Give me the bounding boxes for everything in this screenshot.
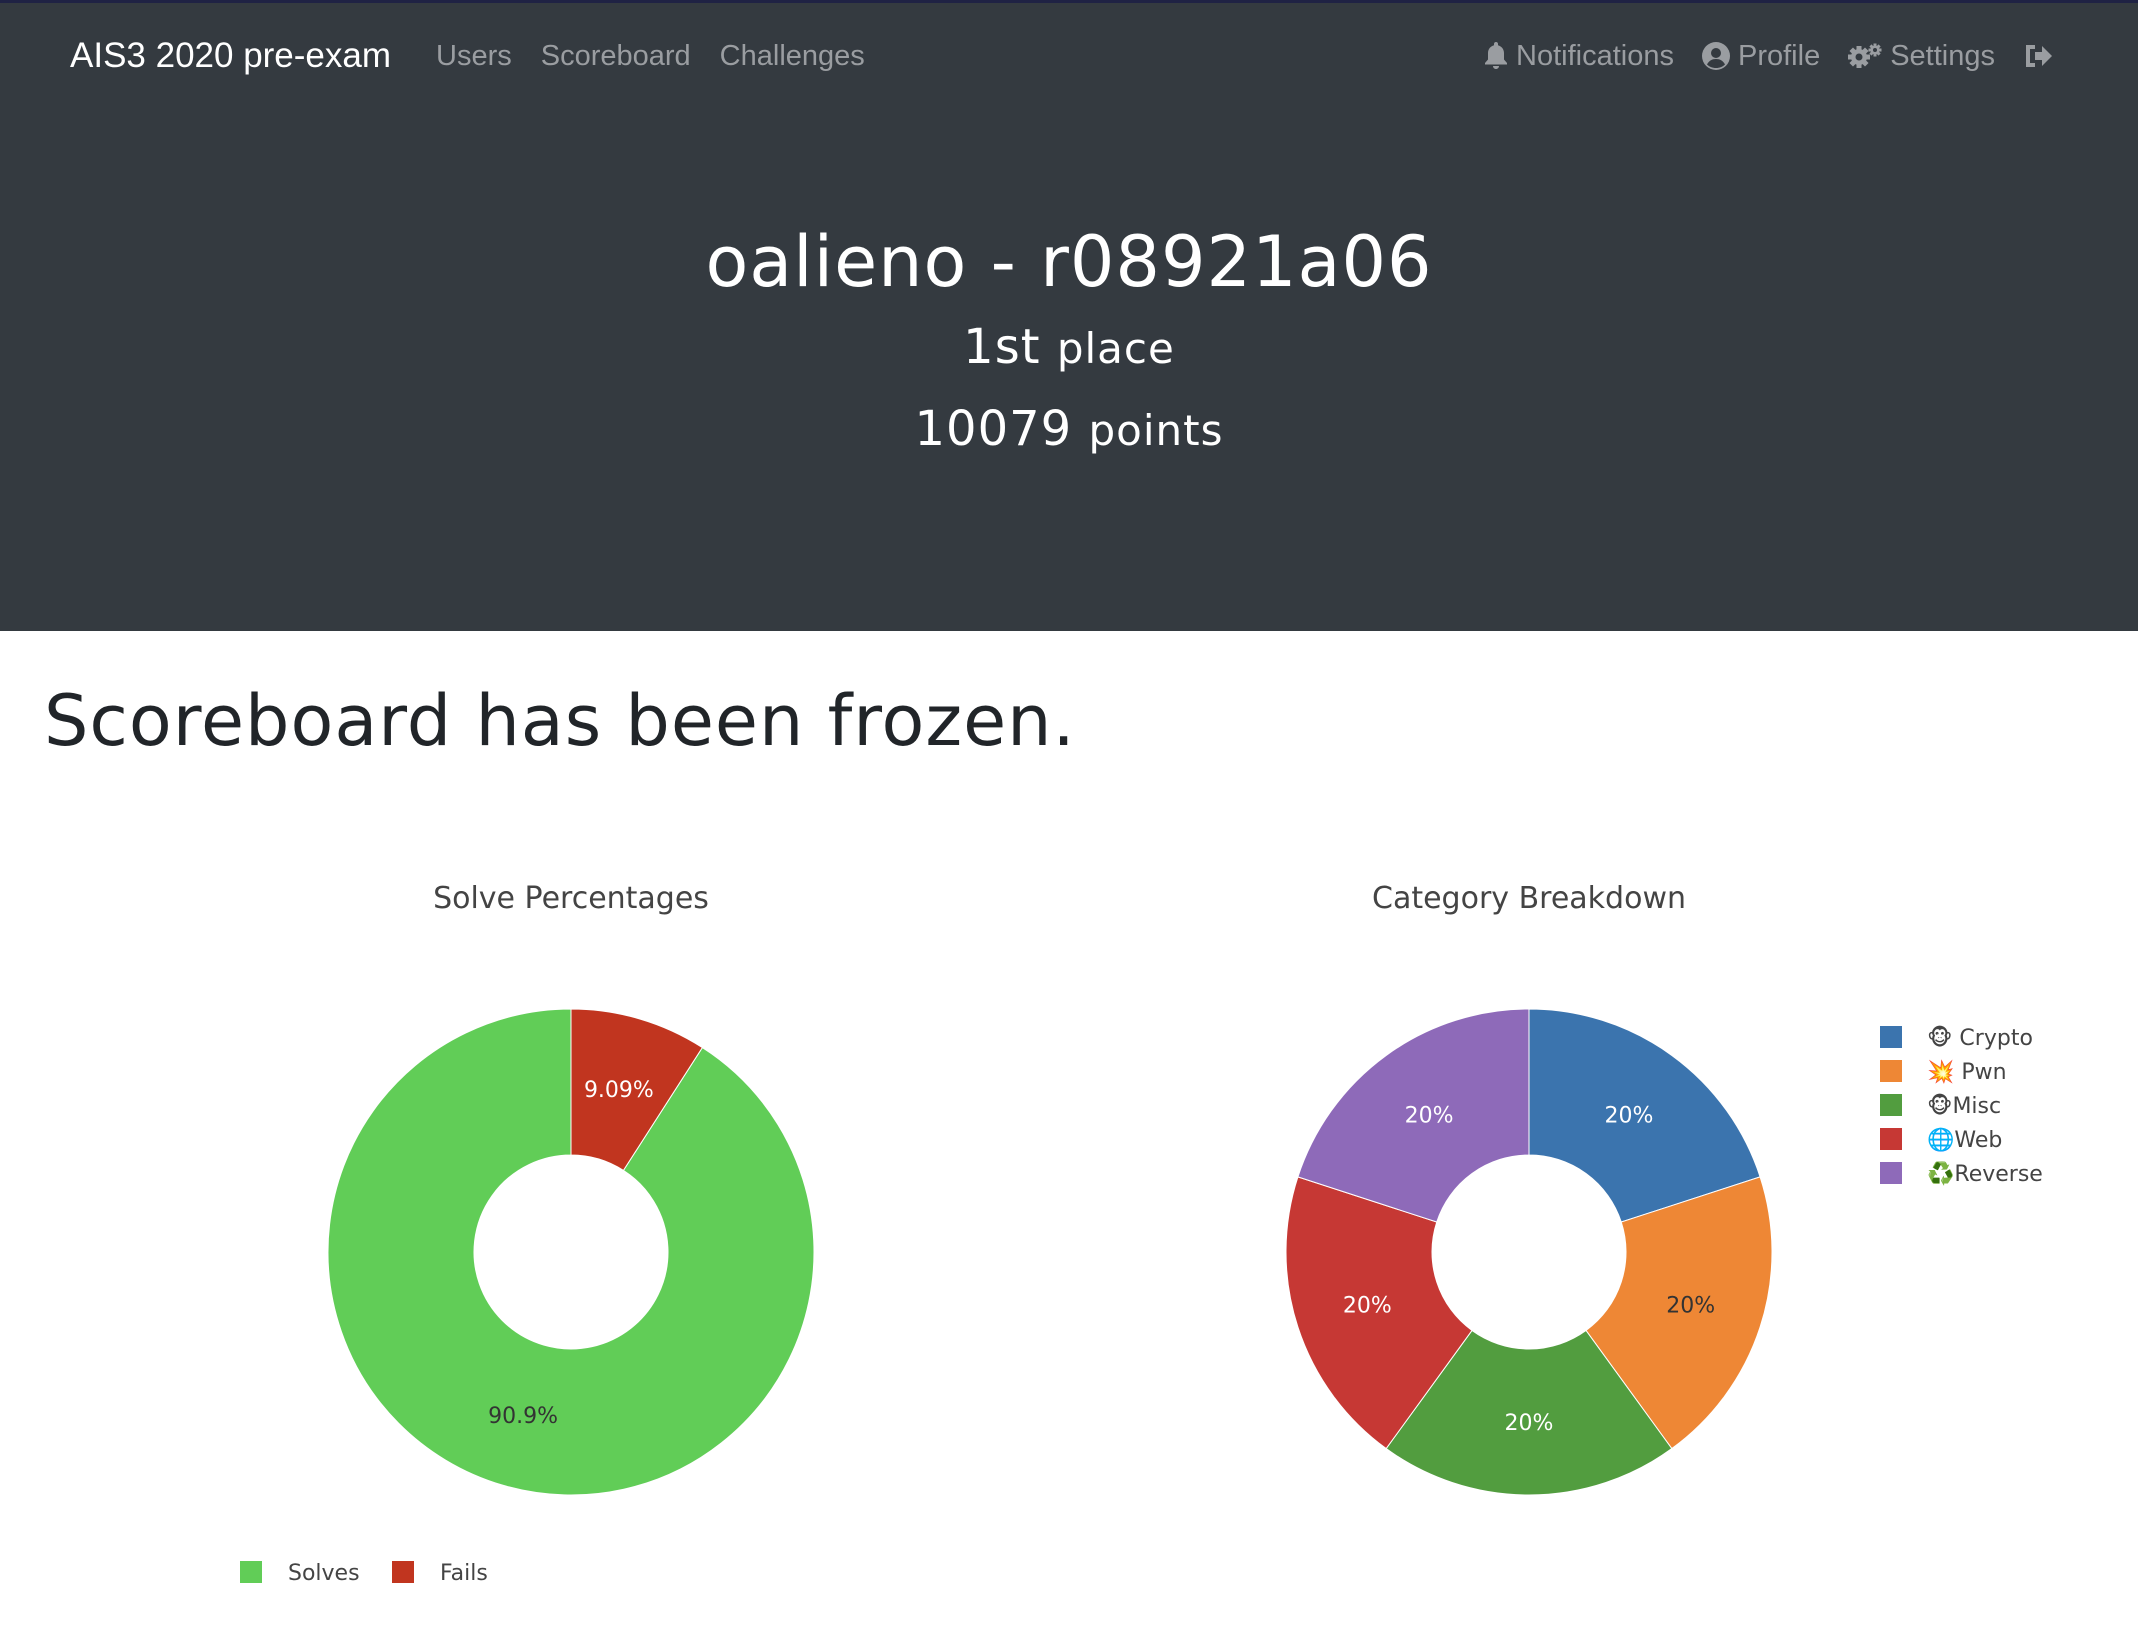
user-name-heading: oalieno - r08921a06 [705, 221, 1433, 303]
bell-icon [1484, 42, 1508, 70]
nav-settings-label: Settings [1890, 39, 1995, 72]
nav-scoreboard-link[interactable]: Scoreboard [541, 40, 691, 73]
nav-logout-link[interactable] [2023, 43, 2053, 69]
solve-percentages-chart: Solve Percentages 90.9% 9.09% Solves Fails [240, 881, 815, 1586]
nav-notifications-label: Notifications [1516, 39, 1674, 72]
legend-label-fails[interactable]: Fails [440, 1561, 488, 1586]
legend-swatch-solves[interactable] [240, 1561, 262, 1583]
chart-title: Solve Percentages [433, 881, 709, 916]
legend-swatch-reverse[interactable] [1880, 1162, 1902, 1184]
slice-label-reverse: 20% [1405, 1103, 1454, 1128]
slice-label-crypto: 20% [1604, 1103, 1653, 1128]
points-number: 10079 [914, 401, 1073, 457]
slice-label-pwn: 20% [1666, 1294, 1715, 1319]
legend-swatch-crypto[interactable] [1880, 1026, 1902, 1048]
slice-label-misc: 20% [1505, 1411, 1554, 1436]
brand-link[interactable]: AIS3 2020 pre-exam [70, 3, 391, 109]
legend-swatch-web[interactable] [1880, 1128, 1902, 1150]
user-points: 10079 points [0, 401, 2138, 457]
scoreboard-frozen-notice: Scoreboard has been frozen. [44, 680, 1076, 762]
legend-label-web[interactable]: 🌐Web [1927, 1127, 2002, 1153]
chart-title: Category Breakdown [1372, 881, 1686, 916]
nav-left: Users Scoreboard Challenges [436, 3, 865, 109]
legend-swatch-misc[interactable] [1880, 1094, 1902, 1116]
points-label: points [1088, 406, 1224, 455]
legend-swatch-fails[interactable] [392, 1561, 414, 1583]
user-place: 1st place [0, 319, 2138, 375]
slice-label-solves: 90.9% [488, 1404, 558, 1429]
legend-label-crypto[interactable]: 🐵 Crypto [1927, 1025, 2033, 1051]
nav-profile-link[interactable]: Profile [1702, 40, 1820, 73]
slice-label-fails: 9.09% [584, 1078, 654, 1103]
nav-challenges-link[interactable]: Challenges [720, 40, 865, 73]
category-breakdown-chart: Category Breakdown 20% 20% 20% 20% 20% 🐵 Crypt… [1285, 881, 2043, 1496]
user-circle-icon [1702, 42, 1730, 70]
profile-header: oalieno - r08921a06 1st place 10079 poin… [0, 109, 2138, 631]
nav-right: Notifications Profile Settings [1484, 3, 2053, 109]
legend-label-pwn[interactable]: 💥 Pwn [1927, 1059, 2007, 1085]
legend-label-misc[interactable]: 🐵Misc [1927, 1093, 2001, 1119]
logout-icon [2023, 43, 2053, 69]
legend-label-reverse[interactable]: ♻️Reverse [1927, 1161, 2043, 1187]
navbar: AIS3 2020 pre-exam Users Scoreboard Chal… [0, 3, 2138, 109]
gears-icon [1848, 42, 1882, 70]
slice-label-web: 20% [1343, 1294, 1392, 1319]
nav-notifications-link[interactable]: Notifications [1484, 40, 1674, 73]
legend-swatch-pwn[interactable] [1880, 1060, 1902, 1082]
nav-settings-link[interactable]: Settings [1848, 40, 1995, 73]
legend-label-solves[interactable]: Solves [288, 1561, 360, 1586]
place-number: 1st [963, 319, 1041, 375]
place-label: place [1056, 324, 1175, 373]
nav-profile-label: Profile [1738, 39, 1821, 72]
nav-users-link[interactable]: Users [436, 40, 512, 73]
